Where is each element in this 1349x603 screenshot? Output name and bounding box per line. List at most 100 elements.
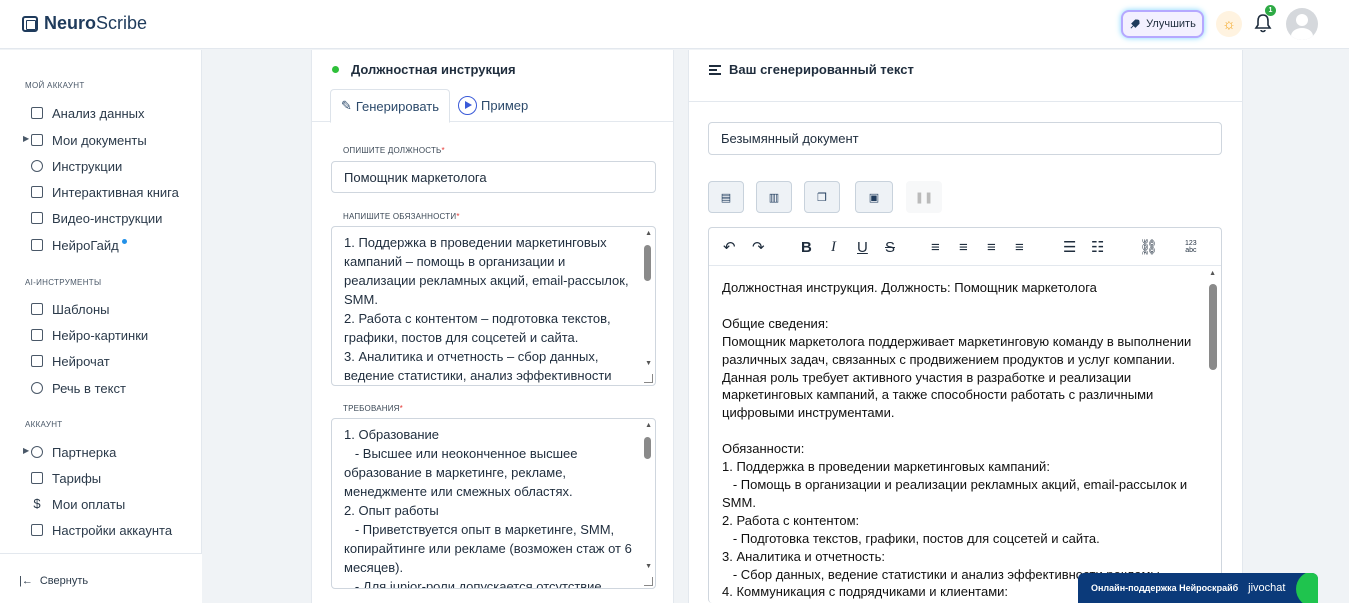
sidebar: Мой аккаунт Анализ данных ▶ Мои документ… (0, 50, 202, 603)
tabs: ✎ Генерировать Пример (312, 88, 673, 123)
document-icon (31, 134, 43, 146)
requirements-textarea[interactable]: 1. Образование - Высшее или неоконченное… (331, 418, 656, 589)
align-left-icon[interactable]: ≡ (931, 237, 940, 257)
pause-button[interactable]: ❚❚ (906, 181, 942, 213)
sidebar-item-speech-to-text[interactable]: Речь в текст (31, 379, 126, 397)
sidebar-item-settings[interactable]: Настройки аккаунта (31, 521, 172, 539)
sidebar-item-neuro-images[interactable]: Нейро-картинки (31, 326, 148, 344)
scrollbar-thumb[interactable] (644, 437, 651, 459)
scroll-up-icon[interactable]: ▲ (645, 230, 652, 237)
bell-icon[interactable] (1254, 13, 1272, 33)
sidebar-item-instructions[interactable]: Инструкции (31, 157, 122, 175)
new-dot (121, 238, 127, 244)
support-chat-widget[interactable]: Онлайн-поддержка Нейроскрайб jivochat (1078, 573, 1318, 603)
tag-icon (31, 472, 43, 484)
users-icon (31, 446, 43, 458)
chat-brand: jivochat (1248, 582, 1286, 594)
scroll-up-icon[interactable]: ▲ (1209, 270, 1216, 277)
input-panel: Должностная инструкция ✎ Генерировать Пр… (311, 50, 674, 603)
align-justify-icon[interactable]: ≡ (1015, 237, 1024, 257)
panel-title: Должностная инструкция (332, 62, 516, 77)
section-ai-tools: AI-инструменты (25, 278, 102, 287)
sidebar-item-tariffs[interactable]: Тарифы (31, 469, 101, 487)
duties-label: Напишите обязанности* (343, 212, 460, 221)
copy-button[interactable]: ❐ (804, 181, 840, 213)
document-name-input[interactable]: Безымянный документ (708, 122, 1222, 155)
redo-icon[interactable]: ↷ (752, 237, 765, 257)
export-word-button[interactable]: ▤ (708, 181, 744, 213)
tab-generate[interactable]: ✎ Генерировать (330, 89, 450, 123)
section-my-account: Мой аккаунт (25, 81, 85, 90)
scroll-down-icon[interactable]: ▼ (645, 360, 652, 367)
video-icon (31, 212, 43, 224)
sidebar-item-video[interactable]: Видео-инструкции (31, 209, 162, 227)
divider (689, 101, 1242, 102)
pause-icon: ❚❚ (914, 191, 934, 204)
theme-toggle-button[interactable]: ☼ (1216, 11, 1242, 37)
sidebar-item-documents[interactable]: Мои документы (31, 131, 147, 149)
book-icon (31, 186, 43, 198)
sidebar-item-analytics[interactable]: Анализ данных (31, 104, 145, 122)
position-input[interactable]: Помощник маркетолога (331, 161, 656, 193)
tab-example[interactable]: Пример (458, 92, 528, 118)
scroll-up-icon[interactable]: ▲ (645, 422, 652, 429)
requirements-label: Требования* (343, 404, 403, 413)
editor-scrollbar-thumb[interactable] (1209, 284, 1217, 370)
bullet-list-icon[interactable]: ☷ (1091, 237, 1104, 257)
text-editor[interactable]: ↶ ↷ B I U S ≡ ≡ ≡ ≡ ☰ ☷ ⛓ 123 abc Должнос… (708, 227, 1222, 603)
ordered-list-icon[interactable]: ☰ (1063, 237, 1076, 257)
resize-handle[interactable] (644, 577, 653, 586)
collapse-icon: |← (19, 575, 33, 587)
caret-right-icon[interactable]: ▶ (23, 134, 29, 143)
image-icon (31, 329, 43, 341)
top-header: NeuroScribe Улучшить ☼ 1 (0, 0, 1349, 49)
sidebar-footer: |← Свернуть (0, 553, 202, 603)
duties-textarea[interactable]: 1. Поддержка в проведении маркетинговых … (331, 226, 656, 386)
export-doc-button[interactable]: ▥ (756, 181, 792, 213)
dollar-icon: $ (33, 496, 41, 511)
generated-text[interactable]: Должностная инструкция. Должность: Помощ… (722, 279, 1202, 601)
collapse-button[interactable]: |← Свернуть (19, 575, 88, 587)
layers-icon (31, 303, 43, 315)
position-label: Опишите должность* (343, 146, 445, 155)
align-right-icon[interactable]: ≡ (987, 237, 996, 257)
file-icon: ▥ (768, 191, 780, 204)
chat-label: Онлайн-поддержка Нейроскрайб (1091, 583, 1239, 593)
sidebar-item-neuroguide[interactable]: НейроГайд (31, 236, 127, 254)
scroll-down-icon[interactable]: ▼ (645, 563, 652, 570)
upgrade-button[interactable]: Улучшить (1121, 10, 1204, 38)
link-icon[interactable]: ⛓ (1139, 237, 1158, 257)
undo-icon[interactable]: ↶ (723, 237, 736, 257)
bold-icon[interactable]: B (801, 237, 812, 257)
play-icon (458, 95, 477, 115)
strikethrough-icon[interactable]: S (885, 237, 895, 257)
output-panel: Ваш сгенерированный текст Безымянный док… (688, 50, 1243, 603)
user-avatar[interactable] (1286, 8, 1318, 40)
text-lines-icon (709, 64, 721, 75)
editor-toolbar: ↶ ↷ B I U S ≡ ≡ ≡ ≡ ☰ ☷ ⛓ 123 abc (709, 228, 1221, 266)
italic-icon[interactable]: I (831, 237, 836, 257)
card-icon (31, 239, 43, 251)
sidebar-item-payments[interactable]: $ Мои оплаты (31, 495, 125, 513)
resize-handle[interactable] (644, 374, 653, 383)
help-circle-icon (31, 160, 43, 172)
sidebar-item-templates[interactable]: Шаблоны (31, 300, 110, 318)
chat-icon (31, 355, 43, 367)
spellcheck-icon[interactable]: 123 abc (1185, 237, 1197, 257)
section-account: Аккаунт (25, 420, 63, 429)
align-center-icon[interactable]: ≡ (959, 237, 968, 257)
save-button[interactable]: ▣ (855, 181, 893, 213)
scrollbar-thumb[interactable] (644, 245, 651, 281)
underline-icon[interactable]: U (857, 237, 868, 257)
grid-icon (31, 107, 43, 119)
sun-icon: ☼ (1222, 15, 1236, 33)
app-logo[interactable]: NeuroScribe (22, 13, 147, 34)
save-icon: ▣ (868, 191, 880, 204)
chat-status-icon (1296, 573, 1318, 603)
sidebar-item-partners[interactable]: Партнерка (31, 443, 116, 461)
output-title: Ваш сгенерированный текст (709, 62, 914, 77)
caret-right-icon[interactable]: ▶ (23, 446, 29, 455)
sidebar-item-book[interactable]: Интерактивная книга (31, 183, 179, 201)
sidebar-item-neurochat[interactable]: Нейрочат (31, 352, 110, 370)
pencil-icon: ✎ (340, 98, 352, 113)
